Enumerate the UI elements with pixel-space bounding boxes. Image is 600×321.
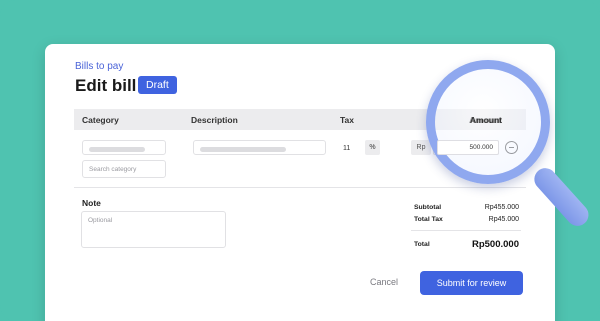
category-search-input[interactable]: Search category: [82, 160, 166, 178]
page-title: Edit bill: [75, 76, 137, 95]
category-select[interactable]: [82, 140, 166, 155]
total-value: Rp500.000: [471, 239, 519, 250]
note-label: Note: [82, 198, 101, 208]
status-badge: Draft: [138, 76, 177, 94]
note-textarea[interactable]: Optional: [81, 211, 226, 248]
total-tax-value: Rp45.000: [488, 216, 519, 223]
breadcrumb[interactable]: Bills to pay: [75, 61, 123, 72]
magnified-amount-header: Amount: [470, 115, 503, 125]
total-label: Total: [414, 241, 430, 248]
description-input[interactable]: [193, 140, 326, 155]
description-placeholder-bar: [200, 147, 286, 152]
summary-divider: [411, 230, 521, 231]
tax-unit-button[interactable]: %: [365, 140, 380, 155]
tax-value[interactable]: 11: [343, 145, 350, 152]
subtotal-value: Rp455.000: [484, 204, 519, 211]
category-placeholder-bar: [89, 147, 145, 152]
submit-for-review-button[interactable]: Submit for review: [420, 271, 523, 295]
divider: [74, 187, 526, 188]
magnified-amount-input: 500.000: [437, 140, 499, 155]
column-header-category: Category: [82, 115, 119, 125]
subtotal-label: Subtotal: [414, 204, 442, 211]
cancel-button[interactable]: Cancel: [370, 277, 398, 287]
column-header-tax: Tax: [340, 115, 355, 125]
column-header-description: Description: [191, 115, 238, 125]
total-tax-label: Total Tax: [414, 216, 443, 223]
